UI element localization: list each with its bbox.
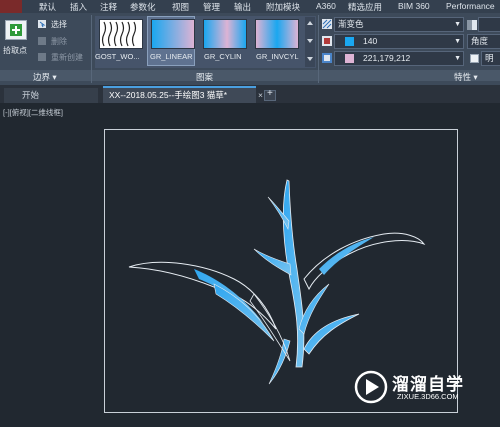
swatch-gr-cylin[interactable]: [203, 19, 247, 49]
menu-item-annotate[interactable]: 注释: [100, 1, 117, 13]
select-label[interactable]: 选择: [51, 19, 67, 30]
angle-field[interactable]: 角度: [467, 34, 500, 49]
leaf-shape: [303, 313, 360, 355]
swatch-label: GR_CYLIN: [204, 52, 242, 61]
recreate-boundary-icon: [38, 53, 46, 61]
recreate-label: 重新创建: [51, 53, 83, 62]
menu-item-insert[interactable]: 插入: [70, 1, 87, 13]
color1-swatch: [345, 37, 354, 46]
pick-points-button[interactable]: [5, 20, 27, 40]
chevron-down-icon: ▼: [454, 21, 461, 28]
tab-start[interactable]: 开始: [4, 88, 98, 103]
chevron-down-icon: ▼: [454, 38, 461, 45]
gallery-scroll-arrows-icon: [307, 21, 313, 61]
leaf-shape: [249, 293, 291, 362]
menu-item-default[interactable]: 默认: [39, 1, 56, 13]
delete-label: 删除: [51, 37, 67, 46]
gradient-color2-dropdown[interactable]: 221,179,212 ▼: [334, 51, 464, 66]
chevron-down-icon: ▼: [454, 55, 461, 62]
properties-panel-title[interactable]: 特性 ▾: [454, 71, 478, 83]
menu-item-a360[interactable]: A360: [316, 1, 336, 11]
transparency-icon[interactable]: [467, 20, 477, 30]
color1-icon: [322, 36, 332, 46]
watermark-url: ZIXUE.3D66.COM: [397, 392, 459, 401]
leaf-shape: [213, 283, 275, 342]
bright-label: 明: [485, 53, 494, 63]
boundary-panel-title[interactable]: 边界 ▾: [33, 71, 57, 83]
application-menu-button[interactable]: [0, 0, 22, 13]
pattern-panel-title: 图案: [196, 72, 214, 82]
hatch-type-icon: [322, 19, 332, 29]
tab-start-label: 开始: [22, 90, 40, 100]
pick-points-label: 拾取点: [3, 46, 27, 55]
brightness-checkbox[interactable]: [470, 54, 479, 63]
color1-value: 140: [363, 36, 378, 46]
tab-active-label: XX--2018.05.25--手绘图3 猫草*: [109, 90, 228, 100]
menu-item-manage[interactable]: 管理: [203, 1, 220, 13]
swatch-gost-wood[interactable]: [99, 19, 143, 49]
menu-item-parametric[interactable]: 参数化: [130, 1, 156, 13]
menu-item-featured-apps[interactable]: 精选应用: [348, 1, 382, 13]
viewport-controls-label[interactable]: [-][俯视][二维线框]: [3, 107, 63, 118]
leaf-shape: [268, 338, 291, 385]
swatch-gr-linear[interactable]: [151, 19, 195, 49]
new-tab-button[interactable]: +: [264, 88, 276, 101]
swatch-label: GR_INVCYL: [256, 52, 299, 61]
color2-icon: [322, 53, 332, 63]
close-icon[interactable]: ×: [258, 88, 263, 103]
hatch-type-value: 渐变色: [338, 19, 364, 29]
play-icon: [366, 379, 379, 395]
menu-item-view[interactable]: 视图: [172, 1, 189, 13]
delete-boundary-icon: [38, 37, 46, 45]
brightness-field[interactable]: 明: [481, 51, 500, 66]
wood-pattern-icon: [101, 21, 137, 47]
transparency-field[interactable]: [478, 17, 500, 32]
swatch-label: GOST_WO...: [95, 52, 140, 61]
leaf-shape: [319, 237, 374, 275]
menu-bar: 默认 插入 注释 参数化 视图 管理 输出 附加模块 A360 精选应用 BIM…: [0, 0, 500, 13]
gradient-color1-dropdown[interactable]: 140 ▼: [334, 34, 464, 49]
plus-icon: [10, 24, 22, 36]
menu-item-bim360[interactable]: BIM 360: [398, 1, 430, 11]
gallery-scroll[interactable]: [305, 17, 315, 67]
color2-swatch: [345, 54, 354, 63]
angle-label: 角度: [471, 36, 489, 46]
menu-item-performance[interactable]: Performance: [446, 1, 495, 11]
swatch-label: GR_LINEAR: [150, 52, 193, 61]
select-objects-icon[interactable]: [37, 19, 47, 29]
menu-item-addons[interactable]: 附加模块: [266, 1, 300, 13]
plus-icon: +: [267, 88, 273, 99]
menu-item-output[interactable]: 输出: [234, 1, 251, 13]
hatch-type-dropdown[interactable]: 渐变色 ▼: [334, 17, 464, 32]
stem-shape: [282, 179, 305, 368]
color2-value: 221,179,212: [363, 53, 411, 63]
swatch-gr-invcyl[interactable]: [255, 19, 299, 49]
